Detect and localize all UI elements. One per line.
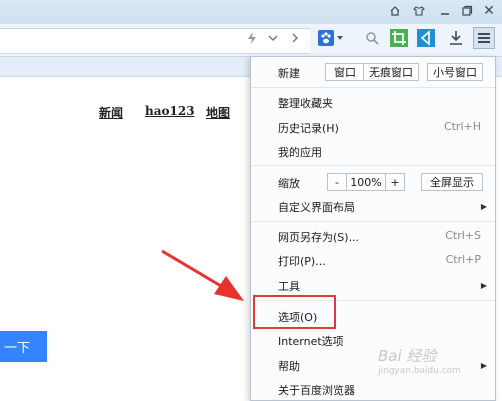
menu-new-label: 新建 [278,67,300,80]
menu-item-my-apps[interactable]: 我的应用 [278,144,322,160]
zoom-in-button[interactable]: + [385,173,405,191]
menu-separator [251,221,495,222]
menu-item-customize-layout[interactable]: 自定义界面布局 [278,199,355,215]
menu-separator [251,165,495,166]
save-shortcut: Ctrl+S [445,229,481,242]
menu-item-internet-options[interactable]: Internet选项 [278,333,344,349]
watermark-text: Bai 经验 [378,347,437,365]
history-shortcut: Ctrl+H [443,120,481,133]
fullscreen-button[interactable]: 全屏显示 [421,173,483,191]
zoom-out-button[interactable]: - [327,173,347,191]
menu-item-history[interactable]: 历史记录(H) [278,120,339,136]
new-window-button[interactable]: 窗口 [325,63,365,81]
menu-item-save-as[interactable]: 网页另存为(S)... [278,229,359,245]
zoom-level: 100% [346,173,386,191]
menu-item-help[interactable]: 帮助 [278,358,300,374]
submenu-arrow-icon: ▶ [480,281,487,290]
new-small-window-button[interactable]: 小号窗口 [427,63,483,81]
submenu-arrow-icon: ▶ [480,202,487,211]
new-incognito-window-button[interactable]: 无痕窗口 [363,63,419,81]
menu-item-organize-bookmarks[interactable]: 整理收藏夹 [278,95,333,111]
print-shortcut: Ctrl+P [445,253,481,266]
menu-item-tools[interactable]: 工具 [278,278,300,294]
menu-item-print[interactable]: 打印(P)... [278,253,326,269]
menu-item-about[interactable]: 关于百度浏览器 [278,382,355,398]
options-highlight-box [253,295,336,329]
menu-zoom-label: 缩放 [278,177,300,190]
baidu-jingyan-watermark: Bai 经验 jingyan.baidu.com [378,345,498,395]
watermark-url: jingyan.baidu.com [378,366,462,376]
menu-separator [251,87,495,88]
